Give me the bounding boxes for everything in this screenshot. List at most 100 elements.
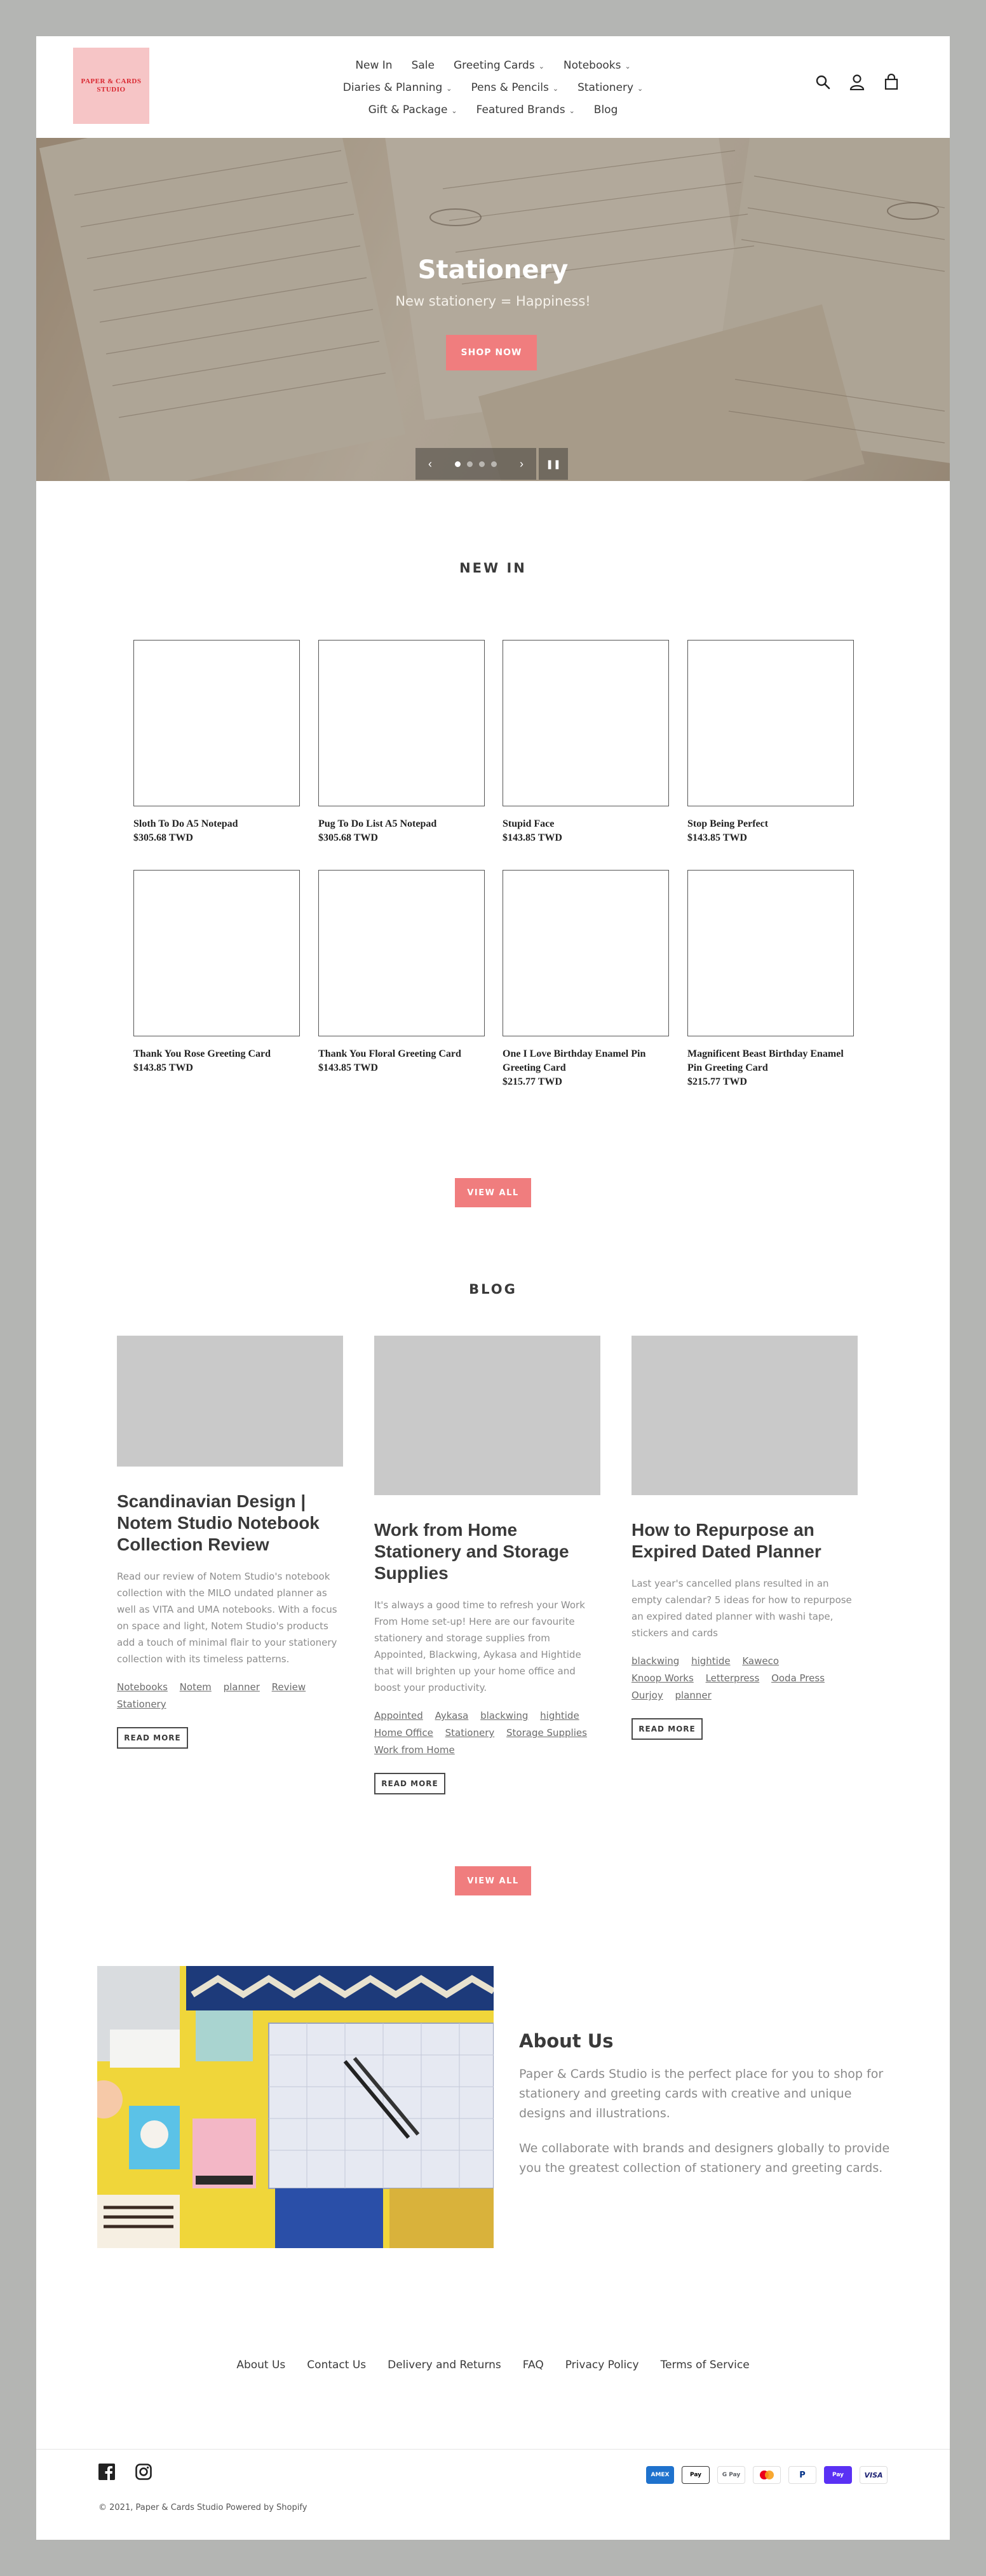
product-card[interactable]: Thank You Floral Greeting Card $143.85 T…: [318, 870, 485, 1075]
product-name[interactable]: Thank You Floral Greeting Card: [318, 1047, 485, 1061]
product-price: $143.85 TWD: [687, 832, 747, 843]
tag-link[interactable]: hightide: [691, 1655, 731, 1667]
apple-pay-icon: Pay: [682, 2466, 710, 2484]
product-image[interactable]: [133, 640, 300, 806]
chevron-left-icon[interactable]: ‹: [428, 458, 432, 471]
nav-item-greeting-cards[interactable]: Greeting Cards ⌄: [454, 59, 544, 72]
nav-item-featured-brands[interactable]: Featured Brands ⌄: [476, 104, 575, 116]
footer-link-terms[interactable]: Terms of Service: [661, 2359, 750, 2371]
view-all-posts-button[interactable]: VIEW ALL: [455, 1866, 531, 1895]
blog-post-tags: Appointed Aykasa blackwing hightide Home…: [374, 1707, 600, 1759]
tag-link[interactable]: Review: [272, 1681, 306, 1693]
paypal-icon: P: [788, 2466, 816, 2484]
tag-link[interactable]: hightide: [540, 1710, 579, 1721]
tag-link[interactable]: planner: [224, 1681, 260, 1693]
product-name[interactable]: Sloth To Do A5 Notepad: [133, 817, 300, 831]
shop-now-button[interactable]: SHOP NOW: [446, 335, 537, 370]
footer-link-delivery[interactable]: Delivery and Returns: [388, 2359, 501, 2371]
view-all-products-button[interactable]: VIEW ALL: [455, 1178, 531, 1207]
nav-item-notebooks[interactable]: Notebooks ⌄: [564, 59, 631, 72]
product-image[interactable]: [503, 640, 669, 806]
tag-link[interactable]: Knoop Works: [631, 1672, 694, 1684]
product-card[interactable]: Sloth To Do A5 Notepad $305.68 TWD: [133, 640, 300, 845]
read-more-button[interactable]: READ MORE: [631, 1718, 703, 1740]
read-more-button[interactable]: READ MORE: [117, 1727, 188, 1749]
product-card[interactable]: Pug To Do List A5 Notepad $305.68 TWD: [318, 640, 485, 845]
product-card[interactable]: Stupid Face $143.85 TWD: [503, 640, 669, 845]
tag-link[interactable]: Storage Supplies: [506, 1727, 587, 1739]
pause-icon[interactable]: ❚❚: [539, 448, 568, 480]
amex-icon: AMEX: [646, 2466, 674, 2484]
tag-link[interactable]: blackwing: [631, 1655, 679, 1667]
chevron-down-icon: ⌄: [625, 62, 631, 71]
logo[interactable]: PAPER & CARDS STUDIO: [73, 48, 149, 124]
footer-link-contact[interactable]: Contact Us: [307, 2359, 366, 2371]
facebook-icon[interactable]: [98, 2464, 115, 2483]
nav-item-stationery[interactable]: Stationery ⌄: [577, 81, 643, 94]
read-more-button[interactable]: READ MORE: [374, 1773, 445, 1794]
chevron-right-icon[interactable]: ›: [520, 458, 523, 471]
footer-link-about[interactable]: About Us: [236, 2359, 285, 2371]
about-image: [97, 1966, 494, 2248]
product-image[interactable]: [318, 870, 485, 1036]
footer-link-privacy[interactable]: Privacy Policy: [565, 2359, 639, 2371]
blog-post-title[interactable]: Scandinavian Design | Notem Studio Noteb…: [117, 1491, 343, 1556]
nav-item-gift-package[interactable]: Gift & Package ⌄: [368, 104, 457, 116]
instagram-icon[interactable]: [135, 2464, 152, 2483]
product-name[interactable]: Magnificent Beast Birthday Enamel Pin Gr…: [687, 1047, 854, 1075]
product-name[interactable]: Stop Being Perfect: [687, 817, 854, 831]
tag-link[interactable]: Ourjoy: [631, 1690, 663, 1701]
chevron-down-icon: ⌄: [637, 84, 644, 93]
product-name[interactable]: One I Love Birthday Enamel Pin Greeting …: [503, 1047, 669, 1075]
tag-link[interactable]: Stationery: [117, 1698, 166, 1710]
tag-link[interactable]: Aykasa: [435, 1710, 469, 1721]
slide-dot-1[interactable]: [455, 461, 461, 467]
blog-post-image[interactable]: [631, 1336, 858, 1495]
payment-icons: AMEX Pay G Pay P Pay VISA: [646, 2466, 888, 2484]
product-image[interactable]: [687, 870, 854, 1036]
account-icon[interactable]: [848, 73, 866, 91]
blog-post: How to Repurpose an Expired Dated Planne…: [631, 1336, 858, 1740]
about-paragraph-1: Paper & Cards Studio is the perfect plac…: [519, 2067, 884, 2120]
tag-link[interactable]: Work from Home: [374, 1744, 455, 1756]
nav-item-new-in[interactable]: New In: [355, 59, 392, 72]
product-image[interactable]: [687, 640, 854, 806]
about-image-art: [97, 1966, 494, 2248]
tag-link[interactable]: Notebooks: [117, 1681, 168, 1693]
tag-link[interactable]: blackwing: [480, 1710, 528, 1721]
product-price: $143.85 TWD: [133, 1062, 193, 1073]
product-name[interactable]: Pug To Do List A5 Notepad: [318, 817, 485, 831]
nav-item-blog[interactable]: Blog: [594, 104, 618, 116]
nav-item-pens-pencils[interactable]: Pens & Pencils ⌄: [471, 81, 559, 94]
footer-link-faq[interactable]: FAQ: [523, 2359, 544, 2371]
tag-link[interactable]: Appointed: [374, 1710, 423, 1721]
product-image[interactable]: [503, 870, 669, 1036]
product-image[interactable]: [133, 870, 300, 1036]
nav-item-diaries-planning[interactable]: Diaries & Planning ⌄: [343, 81, 452, 94]
tag-link[interactable]: Ooda Press: [771, 1672, 825, 1684]
cart-icon[interactable]: [882, 73, 900, 91]
product-image[interactable]: [318, 640, 485, 806]
product-card[interactable]: Thank You Rose Greeting Card $143.85 TWD: [133, 870, 300, 1075]
tag-link[interactable]: Home Office: [374, 1727, 433, 1739]
blog-post-title[interactable]: How to Repurpose an Expired Dated Planne…: [631, 1519, 858, 1563]
tag-link[interactable]: Letterpress: [706, 1672, 760, 1684]
product-card[interactable]: One I Love Birthday Enamel Pin Greeting …: [503, 870, 669, 1089]
blog-post-excerpt: Last year's cancelled plans resulted in …: [631, 1578, 852, 1639]
search-icon[interactable]: [814, 73, 832, 91]
product-name[interactable]: Stupid Face: [503, 817, 669, 831]
tag-link[interactable]: Kaweco: [742, 1655, 779, 1667]
nav-item-sale[interactable]: Sale: [412, 59, 435, 72]
tag-link[interactable]: Stationery: [445, 1727, 495, 1739]
slide-dot-2[interactable]: [467, 461, 473, 467]
blog-post-image[interactable]: [117, 1336, 343, 1467]
blog-post-image[interactable]: [374, 1336, 600, 1495]
blog-post-title[interactable]: Work from Home Stationery and Storage Su…: [374, 1519, 600, 1584]
slide-dot-4[interactable]: [491, 461, 497, 467]
product-card[interactable]: Magnificent Beast Birthday Enamel Pin Gr…: [687, 870, 854, 1089]
tag-link[interactable]: Notem: [180, 1681, 212, 1693]
product-card[interactable]: Stop Being Perfect $143.85 TWD: [687, 640, 854, 845]
tag-link[interactable]: planner: [675, 1690, 711, 1701]
product-name[interactable]: Thank You Rose Greeting Card: [133, 1047, 300, 1061]
slide-dot-3[interactable]: [479, 461, 485, 467]
